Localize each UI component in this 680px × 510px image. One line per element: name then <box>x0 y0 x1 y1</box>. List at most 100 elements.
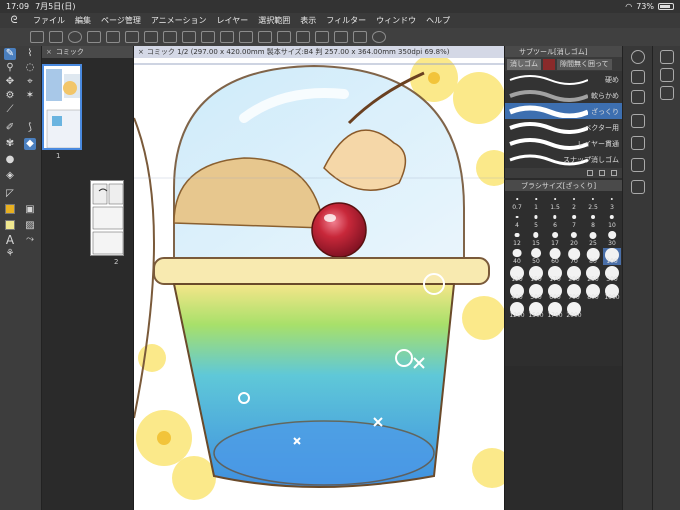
frame-icon[interactable]: ▣ <box>24 204 36 216</box>
add-icon[interactable] <box>599 170 605 176</box>
brush-size-option[interactable]: 12 <box>508 230 526 247</box>
star-icon[interactable] <box>660 86 674 100</box>
new-file-icon[interactable] <box>49 31 63 43</box>
transform-icon[interactable] <box>182 31 196 43</box>
close-tab-icon[interactable]: × <box>138 48 144 56</box>
canvas-tab[interactable]: × コミック 1/2 (297.00 x 420.00mm 製本サイズ:B4 判… <box>134 46 504 58</box>
select-all-icon[interactable] <box>277 31 291 43</box>
brush-size-option[interactable]: 30 <box>603 230 621 247</box>
open-icon[interactable] <box>87 31 101 43</box>
brush-size-option[interactable]: 1.5 <box>546 194 564 211</box>
menu-selection[interactable]: 選択範囲 <box>253 15 295 26</box>
crop-icon[interactable] <box>220 31 234 43</box>
duplicate-icon[interactable] <box>587 170 593 176</box>
color-set-icon[interactable] <box>631 158 645 172</box>
selection-icon[interactable]: ⌖ <box>24 76 36 88</box>
fill-tool-icon[interactable]: ◈ <box>4 170 16 182</box>
wand-icon[interactable]: ✶ <box>24 90 36 102</box>
brush-size-option[interactable]: 60 <box>546 248 564 265</box>
brush-size-option[interactable]: 6 <box>546 212 564 229</box>
brush-size-option[interactable]: 70 <box>565 248 583 265</box>
hamburger-icon[interactable] <box>30 31 44 43</box>
undo-icon[interactable] <box>125 31 139 43</box>
deselect-icon[interactable] <box>239 31 253 43</box>
clip-studio-logo-icon[interactable]: ᘓ <box>0 15 28 26</box>
brush-size-option[interactable]: 4 <box>508 212 526 229</box>
menu-window[interactable]: ウィンドウ <box>371 15 421 26</box>
brush-size-option[interactable]: 50 <box>527 248 545 265</box>
brush-size-option[interactable]: 200 <box>565 266 583 283</box>
brush-size-option[interactable]: 1200 <box>508 302 526 319</box>
canvas-area[interactable]: × コミック 1/2 (297.00 x 420.00mm 製本サイズ:B4 判… <box>134 46 504 510</box>
correction-icon[interactable]: ⚘ <box>4 248 16 260</box>
eyedropper-icon[interactable]: ⟋ <box>4 104 16 116</box>
snap-icon[interactable] <box>315 31 329 43</box>
page-thumbnail-2[interactable] <box>90 180 124 256</box>
brush-size-option[interactable]: 15 <box>527 230 545 247</box>
tab-eraser[interactable]: 消しゴム <box>507 58 541 70</box>
brush-item-snap[interactable]: スナップ消しゴム <box>505 151 622 167</box>
move-icon[interactable]: ✥ <box>4 76 16 88</box>
airbrush-icon[interactable]: ⟆ <box>24 122 36 134</box>
navigator-icon[interactable] <box>631 50 645 64</box>
brush-size-option[interactable]: 100 <box>603 248 621 265</box>
brush-size-option[interactable]: 800 <box>584 284 602 301</box>
brush-size-option[interactable]: 0.7 <box>508 194 526 211</box>
menu-file[interactable]: ファイル <box>28 15 70 26</box>
brush-size-option[interactable]: 1500 <box>527 302 545 319</box>
brush-size-option[interactable]: 1 <box>527 194 545 211</box>
brush-size-option[interactable]: 2000 <box>565 302 583 319</box>
brush-size-option[interactable]: 10 <box>603 212 621 229</box>
trash-icon[interactable] <box>611 170 617 176</box>
brush-item-vector[interactable]: ベクター用 <box>505 119 622 135</box>
save-icon[interactable] <box>68 31 82 43</box>
menu-help[interactable]: ヘルプ <box>421 15 455 26</box>
brush-icon[interactable]: ⌇ <box>24 48 36 60</box>
eraser-panel-icon[interactable] <box>631 114 645 128</box>
brush-size-option[interactable]: 250 <box>584 266 602 283</box>
brush-size-option[interactable]: 300 <box>603 266 621 283</box>
layer-stack-icon[interactable] <box>660 68 674 82</box>
tab-fill-icon[interactable] <box>543 58 555 70</box>
menu-filter[interactable]: フィルター <box>321 15 371 26</box>
layer-property-icon[interactable] <box>631 70 645 84</box>
brush-item-soft[interactable]: 軟らかめ <box>505 87 622 103</box>
balloon-icon[interactable]: ⤳ <box>24 234 36 246</box>
illustration-canvas[interactable] <box>134 58 504 510</box>
brush-size-panel-icon[interactable] <box>631 180 645 194</box>
tool-property-icon[interactable] <box>631 90 645 104</box>
blend-icon[interactable]: ● <box>4 154 16 166</box>
pencil-icon[interactable]: ✐ <box>4 122 16 134</box>
ruler-snap-icon[interactable] <box>334 31 348 43</box>
gradient-icon[interactable]: ▨ <box>24 220 36 232</box>
color-wheel-icon[interactable] <box>631 136 645 150</box>
sub-color-swatch[interactable] <box>5 220 15 230</box>
brush-size-option[interactable]: 150 <box>527 266 545 283</box>
pen-icon[interactable]: ✎ <box>4 48 16 60</box>
brush-size-option[interactable]: 7 <box>565 212 583 229</box>
brush-item-hard[interactable]: 硬め <box>505 71 622 87</box>
brush-item-all-layers[interactable]: レイヤー貫通 <box>505 135 622 151</box>
brush-size-option[interactable]: 8 <box>584 212 602 229</box>
brush-size-option[interactable]: 2 <box>565 194 583 211</box>
menu-animation[interactable]: アニメーション <box>146 15 212 26</box>
menu-page-management[interactable]: ページ管理 <box>96 15 146 26</box>
text-icon[interactable]: A <box>4 234 16 246</box>
export-icon[interactable] <box>106 31 120 43</box>
brush-size-option[interactable]: 1000 <box>603 284 621 301</box>
brush-size-option[interactable]: 80 <box>584 248 602 265</box>
brush-size-option[interactable]: 500 <box>527 284 545 301</box>
eraser-icon[interactable]: ◆ <box>24 138 36 150</box>
special-ruler-icon[interactable] <box>353 31 367 43</box>
brush-size-option[interactable]: 20 <box>565 230 583 247</box>
invert-selection-icon[interactable] <box>258 31 272 43</box>
brush-size-option[interactable]: 120 <box>508 266 526 283</box>
brush-size-option[interactable]: 3 <box>603 194 621 211</box>
figure-icon[interactable]: ◸ <box>4 188 16 200</box>
brush-size-option[interactable]: 40 <box>508 248 526 265</box>
brush-size-option[interactable]: 600 <box>546 284 564 301</box>
brush-size-option[interactable]: 25 <box>584 230 602 247</box>
main-color-swatch[interactable] <box>5 204 15 214</box>
tab-close-gap[interactable]: 隙間無く囲って <box>557 58 612 70</box>
decoration-icon[interactable]: ✾ <box>4 138 16 150</box>
